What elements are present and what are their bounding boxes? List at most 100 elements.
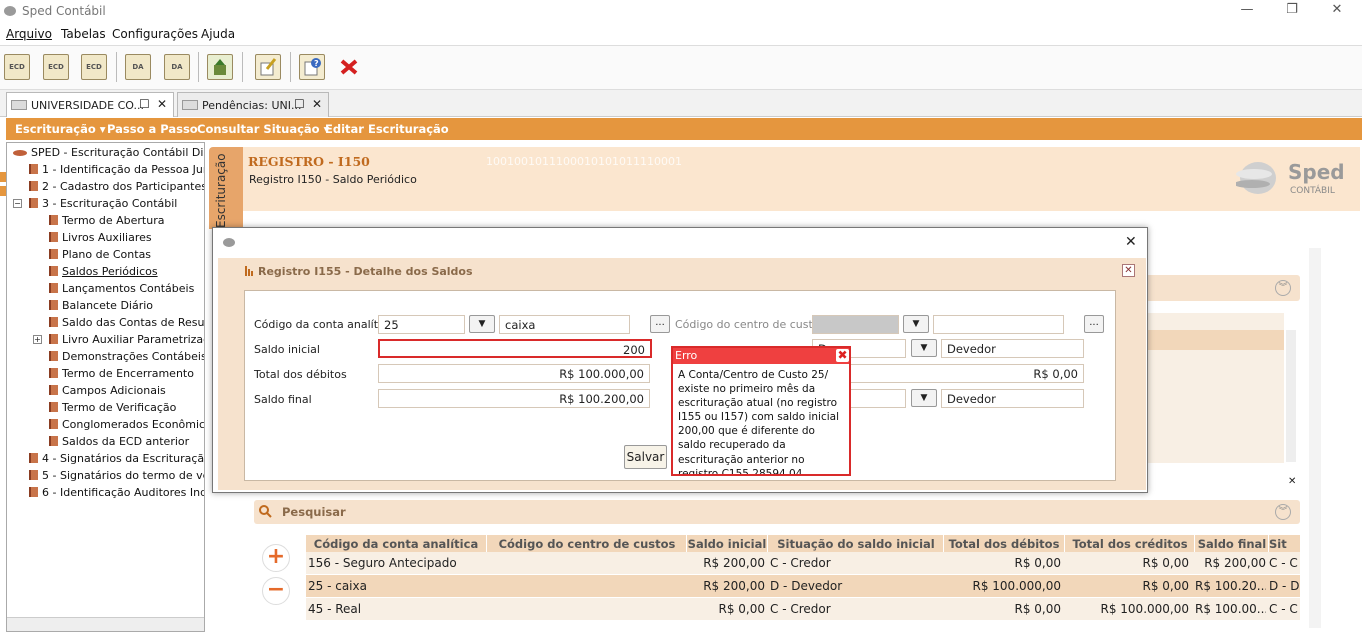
centro-search-button[interactable]: ... bbox=[1084, 315, 1104, 333]
search-icon bbox=[259, 505, 272, 518]
tree-item[interactable]: 6 - Identificação Auditores Indepe bbox=[29, 486, 204, 499]
saldo-final-input[interactable]: R$ 100.200,00 bbox=[378, 389, 650, 408]
cell-saldo-final: R$ 200,00 bbox=[1204, 556, 1266, 570]
cell-saldo-final: R$ 100.00... bbox=[1195, 602, 1266, 616]
conta-code-input[interactable]: 25 bbox=[378, 315, 465, 334]
tree-item[interactable]: Plano de Contas bbox=[49, 248, 151, 261]
table-row[interactable]: 25 - caixa R$ 200,00 D - Devedor R$ 100.… bbox=[306, 575, 1300, 597]
tree-item[interactable]: Termo de Verificação bbox=[49, 401, 176, 414]
help-icon[interactable]: ? bbox=[299, 54, 325, 80]
centro-dropdown-button[interactable]: ▼ bbox=[903, 315, 929, 333]
sped-contabil-logo: Sped CONTÁBIL bbox=[1236, 158, 1346, 198]
tree-item[interactable]: Livro Auxiliar Parametrizado bbox=[49, 333, 204, 346]
tree-item[interactable]: Saldo das Contas de Resultad bbox=[49, 316, 204, 329]
window-title: Sped Contábil bbox=[22, 4, 106, 18]
tree-item[interactable]: 4 - Signatários da Escrituração bbox=[29, 452, 204, 465]
float-icon[interactable]: ☐ bbox=[294, 97, 305, 111]
tree-item[interactable]: Demonstrações Contábeis bbox=[49, 350, 204, 363]
centro-code-input[interactable] bbox=[812, 315, 899, 334]
tree-item[interactable]: 1 - Identificação da Pessoa Jurídic bbox=[29, 163, 204, 176]
tree-item[interactable]: 3 - Escrituração Contábil bbox=[29, 197, 177, 210]
menu-arquivo[interactable]: Arquivo bbox=[6, 27, 52, 41]
menu-configuracoes[interactable]: Configurações bbox=[112, 27, 198, 41]
menu-passo-a-passo[interactable]: Passo a Passo bbox=[107, 122, 198, 136]
tree-item[interactable]: Saldos da ECD anterior bbox=[49, 435, 189, 448]
situacao-final-dropdown[interactable]: ▼ bbox=[911, 389, 937, 407]
cell-conta: 45 - Real bbox=[308, 602, 362, 616]
situacao-inicial-select[interactable]: Devedor bbox=[941, 339, 1084, 358]
tab-pendencias[interactable]: Pendências: UNI... ☐ ✕ bbox=[177, 92, 329, 117]
tree-item[interactable]: Balancete Diário bbox=[49, 299, 153, 312]
collapse-chevron-icon[interactable]: ︾ bbox=[1275, 504, 1291, 520]
column-header[interactable]: Código do centro de custos bbox=[487, 537, 687, 551]
cell-debitos: R$ 100.000,00 bbox=[972, 579, 1062, 593]
collapse-node-icon[interactable]: − bbox=[13, 199, 22, 208]
collapse-chevron-icon[interactable]: ︾ bbox=[1275, 280, 1291, 296]
column-header[interactable]: Saldo final bbox=[1195, 537, 1269, 551]
menu-escrituracao[interactable]: Escrituração ▾ bbox=[15, 122, 106, 136]
close-tab-icon[interactable]: ✕ bbox=[157, 97, 167, 111]
export-icon[interactable] bbox=[207, 54, 233, 80]
tab-label: UNIVERSIDADE CO... bbox=[31, 99, 144, 112]
close-small-icon[interactable]: ✕ bbox=[1288, 476, 1296, 487]
table-row[interactable]: 45 - Real R$ 0,00 C - Credor R$ 0,00 R$ … bbox=[306, 598, 1300, 620]
menu-editar-escrituracao[interactable]: Editar Escrituração bbox=[325, 122, 449, 136]
column-header[interactable]: Situação do saldo inicial bbox=[768, 537, 944, 551]
menu-ajuda[interactable]: Ajuda bbox=[201, 27, 235, 41]
centro-name-input[interactable] bbox=[933, 315, 1064, 334]
tree-item[interactable]: 2 - Cadastro dos Participantes bbox=[29, 180, 204, 193]
tree-item[interactable]: Conglomerados Econômicos bbox=[49, 418, 204, 431]
remove-row-button[interactable]: − bbox=[262, 577, 290, 605]
tree-item[interactable]: Livros Auxiliares bbox=[49, 231, 152, 244]
column-header[interactable]: Código da conta analítica bbox=[306, 537, 486, 551]
maximize-button[interactable]: ❐ bbox=[1277, 2, 1307, 22]
tree-item[interactable]: Lançamentos Contábeis bbox=[49, 282, 194, 295]
exit-icon[interactable] bbox=[340, 58, 358, 76]
tree-item[interactable]: 5 - Signatários do termo de verific bbox=[29, 469, 204, 482]
cell-sit: C - C bbox=[1269, 556, 1298, 570]
situacao-final-select[interactable]: Devedor bbox=[941, 389, 1084, 408]
conta-search-button[interactable]: ... bbox=[650, 315, 670, 333]
error-title: Erro bbox=[673, 348, 849, 364]
tree-root[interactable]: SPED - Escrituração Contábil Digital bbox=[13, 146, 204, 159]
tab-universidade[interactable]: UNIVERSIDADE CO... ☐ ✕ bbox=[6, 92, 174, 117]
menu-tabelas[interactable]: Tabelas bbox=[61, 27, 106, 41]
tree-item[interactable]: Campos Adicionais bbox=[49, 384, 166, 397]
close-tab-icon[interactable]: ✕ bbox=[312, 97, 322, 111]
add-row-button[interactable]: + bbox=[262, 544, 290, 572]
tree-item[interactable]: Termo de Encerramento bbox=[49, 367, 194, 380]
float-icon[interactable]: ☐ bbox=[139, 97, 150, 111]
saldo-inicial-input[interactable]: 200 bbox=[378, 339, 652, 358]
delete-da-button[interactable]: DA bbox=[164, 54, 190, 80]
column-header[interactable]: Saldo inicial bbox=[687, 537, 767, 551]
column-header[interactable]: Total dos débitos bbox=[944, 537, 1064, 551]
total-creditos-input[interactable]: R$ 0,00 bbox=[812, 364, 1084, 383]
total-debitos-input[interactable]: R$ 100.000,00 bbox=[378, 364, 650, 383]
table-row[interactable]: 156 - Seguro Antecipado R$ 200,00 C - Cr… bbox=[306, 552, 1300, 574]
panel-close-icon[interactable]: ✕ bbox=[1122, 264, 1135, 277]
close-window-button[interactable]: ✕ bbox=[1322, 2, 1352, 22]
column-header[interactable]: Sit bbox=[1269, 537, 1300, 551]
situacao-inicial-dropdown[interactable]: ▼ bbox=[911, 339, 937, 357]
background-scrollbar[interactable] bbox=[1286, 330, 1296, 462]
new-ecd-button[interactable]: ECD bbox=[4, 54, 30, 80]
validate-icon[interactable] bbox=[255, 54, 281, 80]
tree-horizontal-scrollbar[interactable] bbox=[7, 617, 204, 631]
app-logo-icon bbox=[4, 6, 16, 16]
expand-node-icon[interactable]: + bbox=[33, 335, 42, 344]
delete-ecd-button[interactable]: ECD bbox=[81, 54, 107, 80]
tree-item-selected[interactable]: Saldos Periódicos bbox=[49, 265, 158, 278]
column-header[interactable]: Total dos créditos bbox=[1065, 537, 1195, 551]
tree-item[interactable]: Termo de Abertura bbox=[49, 214, 164, 227]
main-vertical-scrollbar[interactable] bbox=[1309, 248, 1321, 628]
import-da-button[interactable]: DA bbox=[125, 54, 151, 80]
menu-consultar-situacao[interactable]: Consultar Situação ▾ bbox=[197, 122, 329, 136]
error-close-icon[interactable]: ✖ bbox=[836, 349, 849, 362]
dialog-close-button[interactable]: ✕ bbox=[1125, 234, 1137, 250]
save-button[interactable]: Salvar bbox=[624, 445, 667, 469]
conta-dropdown-button[interactable]: ▼ bbox=[469, 315, 495, 333]
import-ecd-button[interactable]: ECD bbox=[43, 54, 69, 80]
minimize-button[interactable]: — bbox=[1232, 2, 1262, 22]
toolbar-separator bbox=[116, 52, 117, 82]
conta-name-input[interactable]: caixa bbox=[499, 315, 630, 334]
